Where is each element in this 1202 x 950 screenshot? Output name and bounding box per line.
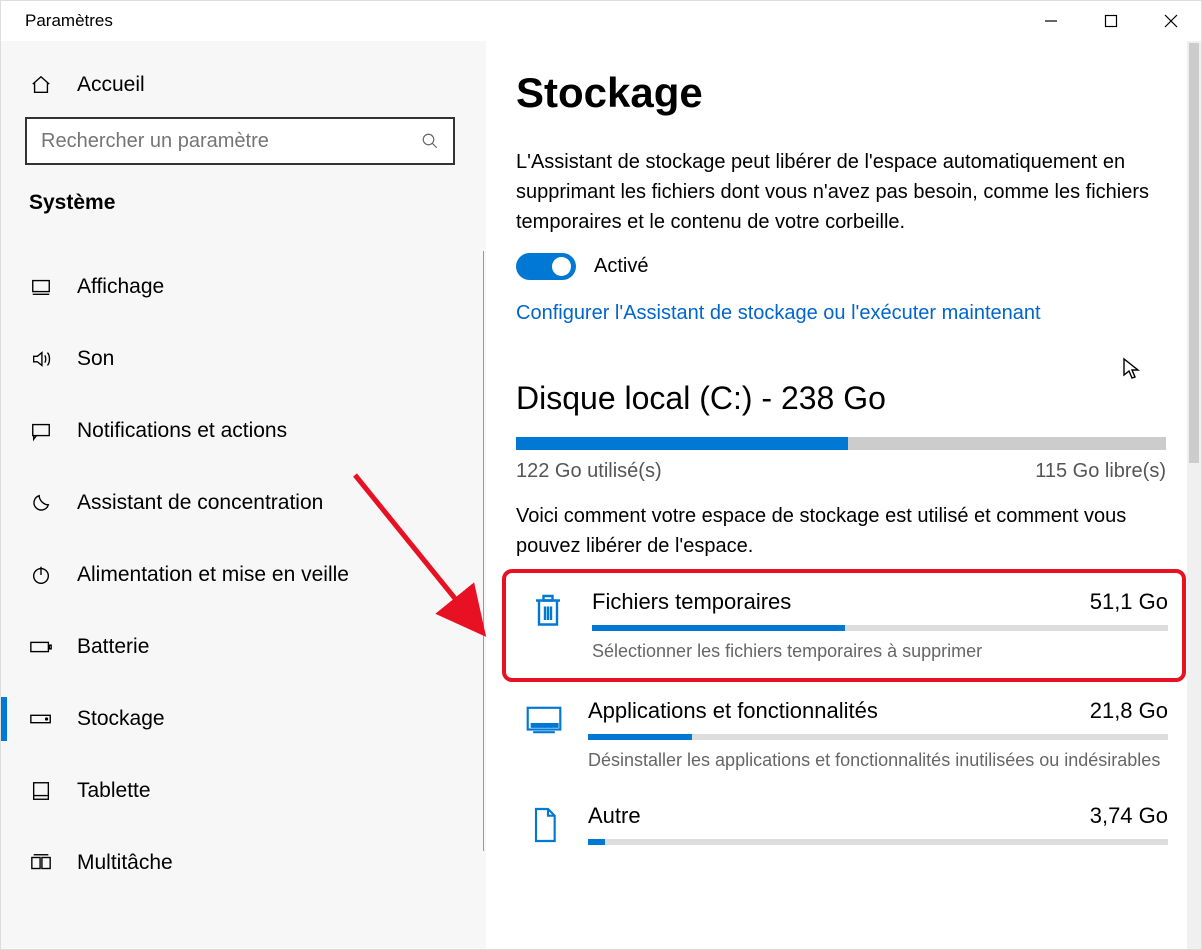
sidebar-item-label: Multitâche (77, 851, 173, 875)
file-icon (524, 803, 564, 847)
multitask-icon (29, 851, 53, 875)
storage-category-apps[interactable]: Applications et fonctionnalités 21,8 Go Dé… (516, 682, 1176, 787)
search-icon (421, 132, 439, 150)
sidebar-item-label: Notifications et actions (77, 419, 287, 443)
sidebar-item-moon[interactable]: Assistant de concentration (25, 467, 462, 539)
sidebar: Accueil Système Affichage Son Notification… (1, 41, 486, 949)
category-name: Autre (588, 803, 641, 829)
window-title: Paramètres (25, 11, 113, 31)
category-size: 3,74 Go (1090, 803, 1168, 829)
sidebar-item-label: Son (77, 347, 114, 371)
category-hint: Sélectionner les fichiers temporaires à … (592, 641, 1168, 662)
content: Stockage L'Assistant de stockage peut li… (486, 41, 1201, 949)
storage-sense-toggle[interactable] (516, 253, 576, 280)
sidebar-item-label: Batterie (77, 635, 149, 659)
sidebar-item-multitask[interactable]: Multitâche (25, 827, 462, 899)
category-bar-fill (592, 625, 845, 631)
disk-free-label: 115 Go libre(s) (1035, 460, 1166, 483)
disk-usage-fill (516, 437, 848, 450)
minimize-button[interactable] (1021, 1, 1081, 41)
disk-usage-bar (516, 437, 1166, 450)
sidebar-item-label: Alimentation et mise en veille (77, 563, 349, 587)
configure-storage-sense-link[interactable]: Configurer l'Assistant de stockage ou l'… (516, 302, 1041, 325)
sidebar-home[interactable]: Accueil (25, 65, 462, 117)
category-hint: Désinstaller les applications et fonctio… (588, 750, 1168, 771)
category-name: Applications et fonctionnalités (588, 698, 878, 724)
sidebar-item-drive[interactable]: Stockage (25, 683, 462, 755)
storage-sense-toggle-label: Activé (594, 255, 648, 278)
sidebar-scrollbar[interactable] (483, 251, 484, 851)
disk-usage-legend: 122 Go utilisé(s) 115 Go libre(s) (516, 460, 1166, 483)
sidebar-item-speaker[interactable]: Son (25, 323, 462, 395)
content-scrollbar-thumb[interactable] (1189, 43, 1199, 463)
tablet-icon (29, 779, 53, 803)
category-bar (588, 839, 1168, 845)
sidebar-item-label: Affichage (77, 275, 164, 299)
maximize-button[interactable] (1081, 1, 1141, 41)
moon-icon (29, 491, 53, 515)
sidebar-section-label: Système (25, 191, 462, 215)
category-size: 21,8 Go (1090, 698, 1168, 724)
disk-heading: Disque local (C:) - 238 Go (516, 380, 1167, 417)
sidebar-item-label: Assistant de concentration (77, 491, 323, 515)
sidebar-item-monitor[interactable]: Affichage (25, 251, 462, 323)
search-input-wrap[interactable] (25, 117, 455, 165)
power-icon (29, 563, 53, 587)
search-input[interactable] (41, 130, 421, 153)
titlebar: Paramètres (1, 1, 1201, 41)
sidebar-home-label: Accueil (77, 73, 145, 97)
category-bar (592, 625, 1168, 631)
storage-sense-desc: L'Assistant de stockage peut libérer de … (516, 147, 1156, 237)
message-icon (29, 419, 53, 443)
category-name: Fichiers temporaires (592, 589, 791, 615)
sidebar-item-battery[interactable]: Batterie (25, 611, 462, 683)
sidebar-item-label: Tablette (77, 779, 151, 803)
monitor-icon (29, 275, 53, 299)
sidebar-item-message[interactable]: Notifications et actions (25, 395, 462, 467)
sidebar-item-label: Stockage (77, 707, 165, 731)
trash-icon (528, 589, 568, 633)
disk-used-label: 122 Go utilisé(s) (516, 460, 662, 483)
window-controls (1021, 1, 1201, 41)
sidebar-item-power[interactable]: Alimentation et mise en veille (25, 539, 462, 611)
sidebar-nav: Affichage Son Notifications et actions Assi… (25, 251, 462, 899)
battery-icon (29, 635, 53, 659)
storage-sense-toggle-row: Activé (516, 253, 1167, 280)
storage-category-file[interactable]: Autre 3,74 Go (516, 787, 1176, 871)
page-title: Stockage (516, 69, 1167, 117)
toggle-knob (552, 257, 571, 276)
drive-icon (29, 707, 53, 731)
cursor-icon (1121, 357, 1141, 381)
category-bar-fill (588, 839, 605, 845)
category-bar-fill (588, 734, 692, 740)
close-button[interactable] (1141, 1, 1201, 41)
category-bar (588, 734, 1168, 740)
sidebar-item-tablet[interactable]: Tablette (25, 755, 462, 827)
content-scrollbar[interactable] (1187, 41, 1201, 949)
home-icon (29, 73, 53, 97)
speaker-icon (29, 347, 53, 371)
disk-subdesc: Voici comment votre espace de stockage e… (516, 501, 1156, 561)
apps-icon (524, 698, 564, 742)
storage-category-trash[interactable]: Fichiers temporaires 51,1 Go Sélectionner … (502, 569, 1186, 682)
category-size: 51,1 Go (1090, 589, 1168, 615)
